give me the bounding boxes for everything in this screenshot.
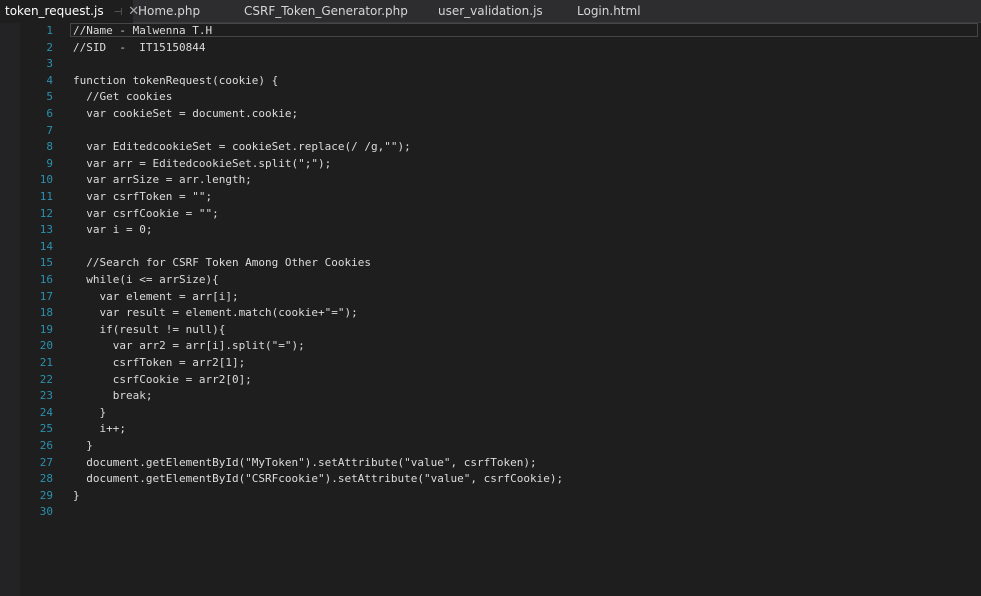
- code-line[interactable]: var arr = EditedcookieSet.split(";");: [73, 156, 331, 172]
- line-number: 5: [46, 90, 53, 103]
- code-text-area[interactable]: //Name - Malwenna T.H//SID - IT15150844 f…: [73, 23, 978, 596]
- code-line[interactable]: i++;: [73, 421, 126, 437]
- line-number: 24: [39, 406, 53, 419]
- selection-margin[interactable]: [0, 23, 20, 596]
- line-number: 4: [46, 74, 53, 87]
- line-number: 18: [39, 306, 53, 319]
- tab-label: Home.php: [138, 4, 201, 18]
- editor-window: token_request.js ⊣ ✕ Home.php CSRF_Token_G…: [0, 0, 981, 596]
- line-number: 14: [39, 240, 53, 253]
- tab-token-request-js[interactable]: token_request.js ⊣ ✕: [0, 0, 139, 24]
- code-line[interactable]: }: [73, 405, 106, 421]
- line-number: 12: [39, 207, 53, 220]
- pin-icon[interactable]: ⊣: [114, 2, 123, 24]
- code-line[interactable]: var csrfCookie = "";: [73, 206, 218, 222]
- line-number: 22: [39, 373, 53, 386]
- line-number-gutter: 1 2 3 4 5 6 7 8 9 10 11 12 13 14 15 16 17 18 19 20 21 22 23 24 2…: [20, 23, 58, 596]
- code-line[interactable]: var csrfToken = "";: [73, 189, 212, 205]
- line-number: 21: [39, 356, 53, 369]
- line-number: 25: [39, 422, 53, 435]
- line-number: 16: [39, 273, 53, 286]
- line-number: 8: [46, 140, 53, 153]
- tab-label: CSRF_Token_Generator.php: [244, 4, 408, 18]
- code-line[interactable]: }: [73, 488, 80, 504]
- line-number: 23: [39, 389, 53, 402]
- line-number: 6: [46, 107, 53, 120]
- code-line[interactable]: //Search for CSRF Token Among Other Cook…: [73, 255, 371, 271]
- tab-login-html[interactable]: Login.html: [572, 0, 672, 22]
- line-number: 7: [46, 124, 53, 137]
- tab-label: Login.html: [577, 4, 641, 18]
- line-number: 3: [46, 57, 53, 70]
- line-number: 28: [39, 472, 53, 485]
- code-line[interactable]: //SID - IT15150844: [73, 40, 205, 56]
- code-editor[interactable]: 1 2 3 4 5 6 7 8 9 10 11 12 13 14 15 16 17 18 19 20 21 22 23 24 2…: [0, 23, 981, 596]
- code-line[interactable]: break;: [73, 388, 153, 404]
- code-line[interactable]: document.getElementById("CSRFcookie").se…: [73, 471, 563, 487]
- code-line[interactable]: csrfCookie = arr2[0];: [73, 372, 252, 388]
- line-number: 2: [46, 41, 53, 54]
- code-line[interactable]: csrfToken = arr2[1];: [73, 355, 245, 371]
- code-line[interactable]: var result = element.match(cookie+"=");: [73, 305, 357, 321]
- code-line[interactable]: var arrSize = arr.length;: [73, 172, 252, 188]
- code-line[interactable]: var arr2 = arr[i].split("=");: [73, 338, 305, 354]
- tab-user-validation-js[interactable]: user_validation.js: [433, 0, 563, 22]
- code-line[interactable]: document.getElementById("MyToken").setAt…: [73, 455, 536, 471]
- tab-csrf-token-generator-php[interactable]: CSRF_Token_Generator.php: [239, 0, 429, 22]
- line-number: 26: [39, 439, 53, 452]
- code-line[interactable]: }: [73, 438, 93, 454]
- code-line[interactable]: var cookieSet = document.cookie;: [73, 106, 298, 122]
- tab-bar: token_request.js ⊣ ✕ Home.php CSRF_Token_G…: [0, 0, 981, 23]
- line-number: 13: [39, 223, 53, 236]
- code-line[interactable]: //Get cookies: [73, 89, 172, 105]
- code-line[interactable]: //Name - Malwenna T.H: [73, 23, 212, 39]
- code-line[interactable]: while(i <= arrSize){: [73, 272, 218, 288]
- line-number: 10: [39, 173, 53, 186]
- tab-label: user_validation.js: [438, 4, 543, 18]
- line-number: 19: [39, 323, 53, 336]
- code-line[interactable]: var i = 0;: [73, 222, 152, 238]
- line-number: 27: [39, 456, 53, 469]
- line-number: 29: [39, 489, 53, 502]
- tab-label: token_request.js: [5, 4, 104, 18]
- line-number: 20: [39, 339, 53, 352]
- line-number: 11: [39, 190, 53, 203]
- line-number: 30: [39, 505, 53, 518]
- line-number: 1: [46, 24, 53, 37]
- code-line[interactable]: if(result != null){: [73, 322, 225, 338]
- tab-home-php[interactable]: Home.php: [133, 0, 233, 22]
- line-number: 15: [39, 256, 53, 269]
- line-number: 9: [46, 157, 53, 170]
- line-number: 17: [39, 290, 53, 303]
- code-line[interactable]: var element = arr[i];: [73, 289, 238, 305]
- code-line[interactable]: var EditedcookieSet = cookieSet.replace(…: [73, 139, 411, 155]
- code-line[interactable]: function tokenRequest(cookie) {: [73, 73, 278, 89]
